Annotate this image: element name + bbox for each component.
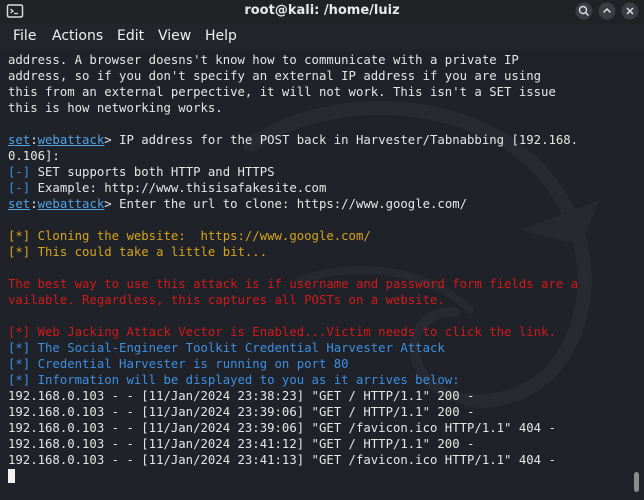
info-text: SET supports both HTTP and HTTPS [30, 165, 275, 179]
warning-line: The best way to use this attack is if us… [8, 277, 579, 291]
prompt-set: set [8, 133, 31, 147]
output-line: this from an external perpective, it wil… [8, 85, 556, 99]
log-line: 192.168.0.103 - - [11/Jan/2024 23:41:12]… [8, 437, 475, 451]
warning-line: vailable. Regardless, this captures all … [8, 293, 445, 307]
terminal-output[interactable]: address. A browser doesns't know how to … [0, 50, 630, 500]
menu-edit[interactable]: Edit [117, 28, 144, 44]
menu-help[interactable]: Help [205, 28, 237, 44]
prompt-module: webattack [37, 197, 105, 211]
log-line: 192.168.0.103 - - [11/Jan/2024 23:41:13]… [8, 453, 556, 467]
menu-view[interactable]: View [158, 28, 191, 44]
text-cursor [8, 469, 15, 483]
scrollbar[interactable] [630, 50, 644, 500]
log-line: 192.168.0.103 - - [11/Jan/2024 23:39:06]… [8, 405, 475, 419]
info-line: [*] The Social-Engineer Toolkit Credenti… [8, 341, 445, 355]
warning-line: [*] Web Jacking Attack Vector is Enabled… [8, 325, 556, 339]
prompt-colon: : [30, 133, 38, 147]
info-line: [-] Example: http://www.thisisafakesite.… [8, 180, 326, 196]
prompt-line: set:webattack> Enter the url to clone: h… [8, 196, 467, 212]
output-line: address, so if you don't specify an exte… [8, 69, 542, 83]
prompt-set: set [8, 197, 31, 211]
output-line: address. A browser doesns't know how to … [8, 53, 519, 67]
prompt-text: > IP address for the POST back in Harves… [104, 133, 579, 147]
info-line: [*] Information will be displayed to you… [8, 373, 460, 387]
info-tag: [-] [8, 165, 31, 179]
info-line: [-] SET supports both HTTP and HTTPS [8, 164, 275, 180]
info-text: Example: http://www.thisisafakesite.com [30, 181, 327, 195]
output-line: 0.106]: [8, 149, 60, 163]
window-title: root@kali: /home/luiz [244, 3, 400, 18]
search-icon[interactable] [575, 2, 593, 20]
maximize-icon[interactable] [598, 2, 616, 20]
log-line: 192.168.0.103 - - [11/Jan/2024 23:38:23]… [8, 389, 475, 403]
prompt-colon: : [30, 197, 38, 211]
scrollbar-thumb[interactable] [634, 472, 639, 492]
info-tag: [-] [8, 181, 31, 195]
title-bar: root@kali: /home/luiz [0, 0, 644, 24]
menu-bar: File Actions Edit View Help [0, 24, 644, 50]
info-line: [*] Credential Harvester is running on p… [8, 357, 349, 371]
menu-file[interactable]: File [13, 28, 36, 44]
log-line: 192.168.0.103 - - [11/Jan/2024 23:39:06]… [8, 421, 556, 435]
output-line: this is how networking works. [8, 101, 223, 115]
prompt-text: > Enter the url to clone: https://www.go… [104, 197, 468, 211]
prompt-line: set:webattack> IP address for the POST b… [8, 132, 578, 148]
prompt-module: webattack [37, 133, 105, 147]
terminal-window: root@kali: /home/luiz File Actions Edit … [0, 0, 644, 500]
status-line: [*] Cloning the website: https://www.goo… [8, 229, 371, 243]
status-line: [*] This could take a little bit... [8, 245, 268, 259]
menu-actions[interactable]: Actions [52, 28, 103, 44]
close-icon[interactable] [621, 2, 639, 20]
